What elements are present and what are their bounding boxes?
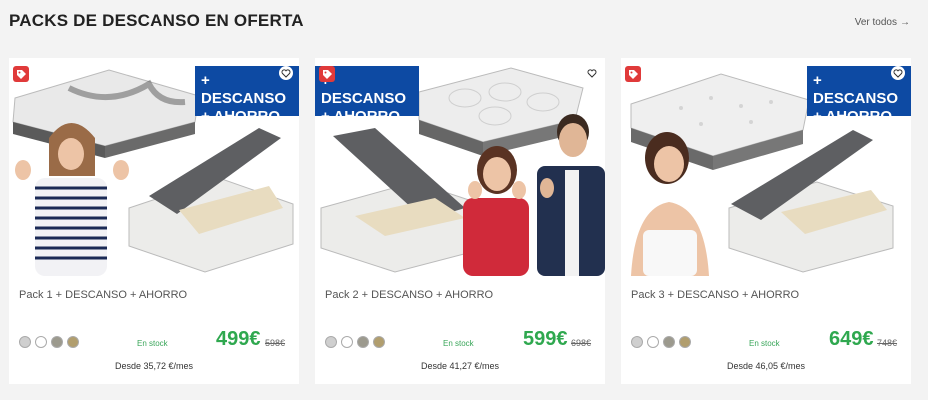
discount-tag-icon [13,66,29,82]
promo-line-2: + AHORRO [321,108,401,125]
old-price: 748€ [877,338,898,348]
price: 499€ [216,328,261,350]
stock-status: En stock [443,339,474,348]
section-title: PACKS DE DESCANSO EN OFERTA [9,11,304,30]
product-name[interactable]: Pack 3 + DESCANSO + AHORRO [631,289,799,301]
product-card[interactable]: + DESCANSO + AHORRO Pack 1 + DESCANSO + … [9,58,299,384]
arrow-right-icon: → [900,17,910,28]
stock-status: En stock [749,339,780,348]
swatch-grey[interactable] [325,336,337,348]
heart-icon[interactable] [585,66,599,80]
swatch-taupe[interactable] [357,336,369,348]
product-image[interactable]: + DESCANSO + AHORRO [9,58,299,276]
price: 649€ [829,328,874,350]
monthly-financing: Desde 35,72 €/mes [114,361,194,371]
swatch-sand[interactable] [373,336,385,348]
product-name[interactable]: Pack 1 + DESCANSO + AHORRO [19,289,187,301]
swatch-white[interactable] [341,336,353,348]
heart-icon[interactable] [279,66,293,80]
heart-icon[interactable] [891,66,905,80]
discount-tag-icon [319,66,335,82]
stock-status: En stock [137,339,168,348]
see-all-link[interactable]: Ver todos → [855,17,910,28]
product-card[interactable]: + DESCANSO + AHORRO Pack 2 + DESCANSO + … [315,58,605,384]
swatch-white[interactable] [35,336,47,348]
swatch-white[interactable] [647,336,659,348]
color-swatches [325,336,385,348]
promo-line-2: + AHORRO [813,108,893,125]
swatch-sand[interactable] [67,336,79,348]
product-card[interactable]: + DESCANSO + AHORRO Pack 3 + DESCANSO + … [621,58,911,384]
old-price: 698€ [571,338,592,348]
color-swatches [19,336,79,348]
old-price: 598€ [265,338,286,348]
monthly-financing: Desde 46,05 €/mes [726,361,806,371]
swatch-taupe[interactable] [663,336,675,348]
monthly-financing: Desde 41,27 €/mes [420,361,500,371]
product-image[interactable]: + DESCANSO + AHORRO [621,58,911,276]
price: 599€ [523,328,568,350]
discount-tag-icon [625,66,641,82]
swatch-grey[interactable] [19,336,31,348]
product-image[interactable]: + DESCANSO + AHORRO [315,58,605,276]
see-all-label: Ver todos [854,17,897,28]
swatch-taupe[interactable] [51,336,63,348]
promo-line-2: + AHORRO [201,108,281,125]
color-swatches [631,336,691,348]
swatch-grey[interactable] [631,336,643,348]
product-name[interactable]: Pack 2 + DESCANSO + AHORRO [325,289,493,301]
swatch-sand[interactable] [679,336,691,348]
